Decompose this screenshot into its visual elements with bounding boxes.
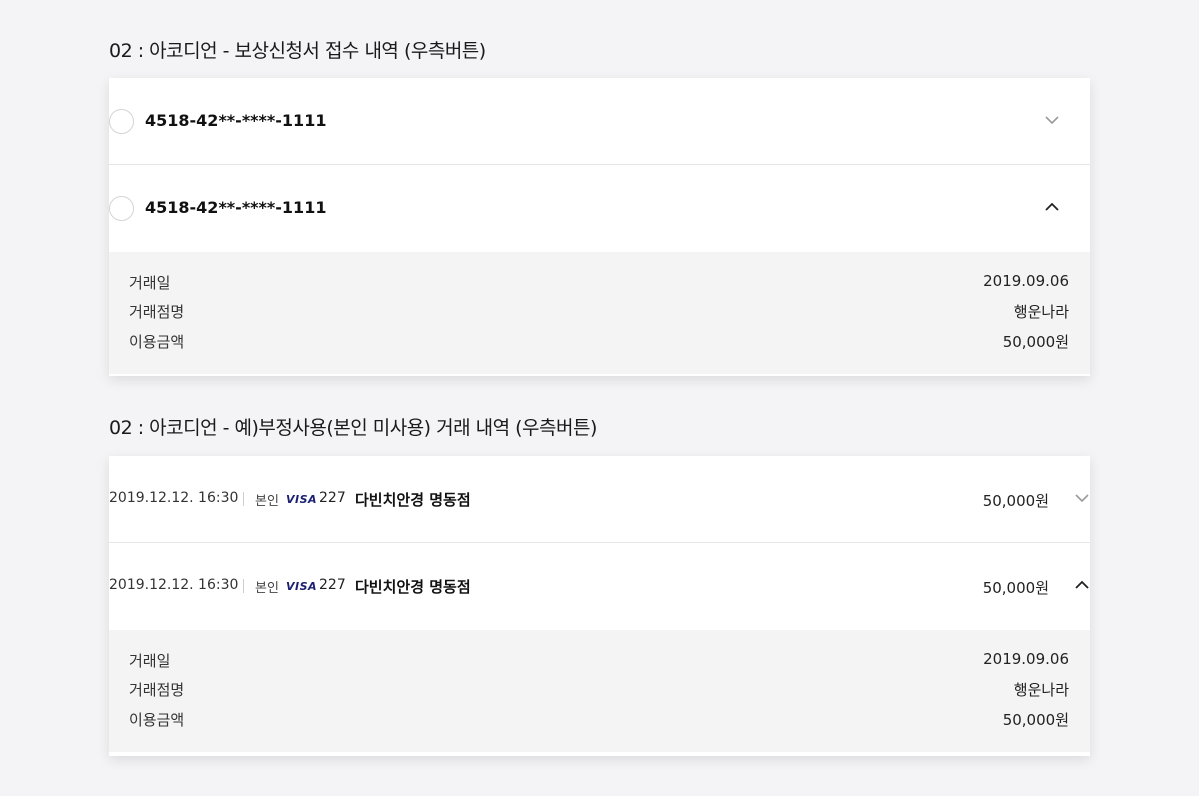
chevron-down-icon[interactable] <box>1074 490 1090 506</box>
accordion-header[interactable]: 2019.12.12. 16:30 본인 VISA 227 다빈치안경 명동점 … <box>109 456 1090 543</box>
card-owner: 본인 <box>255 494 279 509</box>
visa-logo-icon: VISA <box>286 493 318 506</box>
detail-value: 50,000원 <box>1002 333 1069 351</box>
detail-label: 이용금액 <box>129 333 185 351</box>
detail-label: 이용금액 <box>129 711 185 729</box>
transaction-datetime: 2019.12.12. 16:30 <box>109 490 239 506</box>
detail-label: 거래일 <box>129 652 171 670</box>
section-title: 02 : 아코디언 - 보상신청서 접수 내역 (우측버튼) <box>109 40 486 62</box>
card-number: 4518-42**-****-1111 <box>145 198 327 217</box>
radio-button[interactable] <box>109 109 134 134</box>
transaction-amount: 50,000원 <box>982 492 1049 510</box>
divider <box>243 492 244 506</box>
card-suffix: 227 <box>319 490 346 506</box>
radio-button[interactable] <box>109 196 134 221</box>
card-suffix: 227 <box>319 577 346 593</box>
chevron-up-icon[interactable] <box>1074 577 1090 593</box>
detail-label: 거래점명 <box>129 303 185 321</box>
card-owner: 본인 <box>255 581 279 596</box>
chevron-up-icon[interactable] <box>1044 199 1060 215</box>
detail-label: 거래점명 <box>129 681 185 699</box>
detail-row: 이용금액 50,000원 <box>129 331 1069 353</box>
detail-row: 거래점명 행운나라 <box>129 301 1069 323</box>
detail-row: 거래일 2019.09.06 <box>129 272 1069 294</box>
detail-value: 2019.09.06 <box>983 650 1069 668</box>
accordion-transaction-list: 2019.12.12. 16:30 본인 VISA 227 다빈치안경 명동점 … <box>109 456 1090 756</box>
detail-row: 거래점명 행운나라 <box>129 679 1069 701</box>
page: 02 : 아코디언 - 보상신청서 접수 내역 (우측버튼) 4518-42**… <box>0 0 1199 796</box>
accordion-header[interactable]: 2019.12.12. 16:30 본인 VISA 227 다빈치안경 명동점 … <box>109 543 1090 630</box>
divider <box>243 579 244 593</box>
transaction-amount: 50,000원 <box>982 579 1049 597</box>
visa-logo-icon: VISA <box>286 580 318 593</box>
detail-value: 행운나라 <box>1013 681 1069 699</box>
merchant-name: 다빈치안경 명동점 <box>355 491 471 509</box>
chevron-down-icon[interactable] <box>1044 112 1060 128</box>
section-title: 02 : 아코디언 - 예)부정사용(본인 미사용) 거래 내역 (우측버튼) <box>109 417 597 439</box>
merchant-name: 다빈치안경 명동점 <box>355 578 471 596</box>
detail-value: 행운나라 <box>1013 303 1069 321</box>
detail-value: 50,000원 <box>1002 711 1069 729</box>
accordion-details: 거래일 2019.09.06 거래점명 행운나라 이용금액 50,000원 <box>109 252 1090 374</box>
accordion-claim-list: 4518-42**-****-1111 4518-42**-****-1111 … <box>109 78 1090 376</box>
detail-value: 2019.09.06 <box>983 272 1069 290</box>
accordion-header[interactable]: 4518-42**-****-1111 <box>109 78 1090 165</box>
card-number: 4518-42**-****-1111 <box>145 111 327 130</box>
detail-label: 거래일 <box>129 274 171 292</box>
transaction-datetime: 2019.12.12. 16:30 <box>109 577 239 593</box>
detail-row: 거래일 2019.09.06 <box>129 650 1069 672</box>
detail-row: 이용금액 50,000원 <box>129 709 1069 731</box>
accordion-details: 거래일 2019.09.06 거래점명 행운나라 이용금액 50,000원 <box>109 630 1090 752</box>
accordion-header[interactable]: 4518-42**-****-1111 <box>109 165 1090 252</box>
